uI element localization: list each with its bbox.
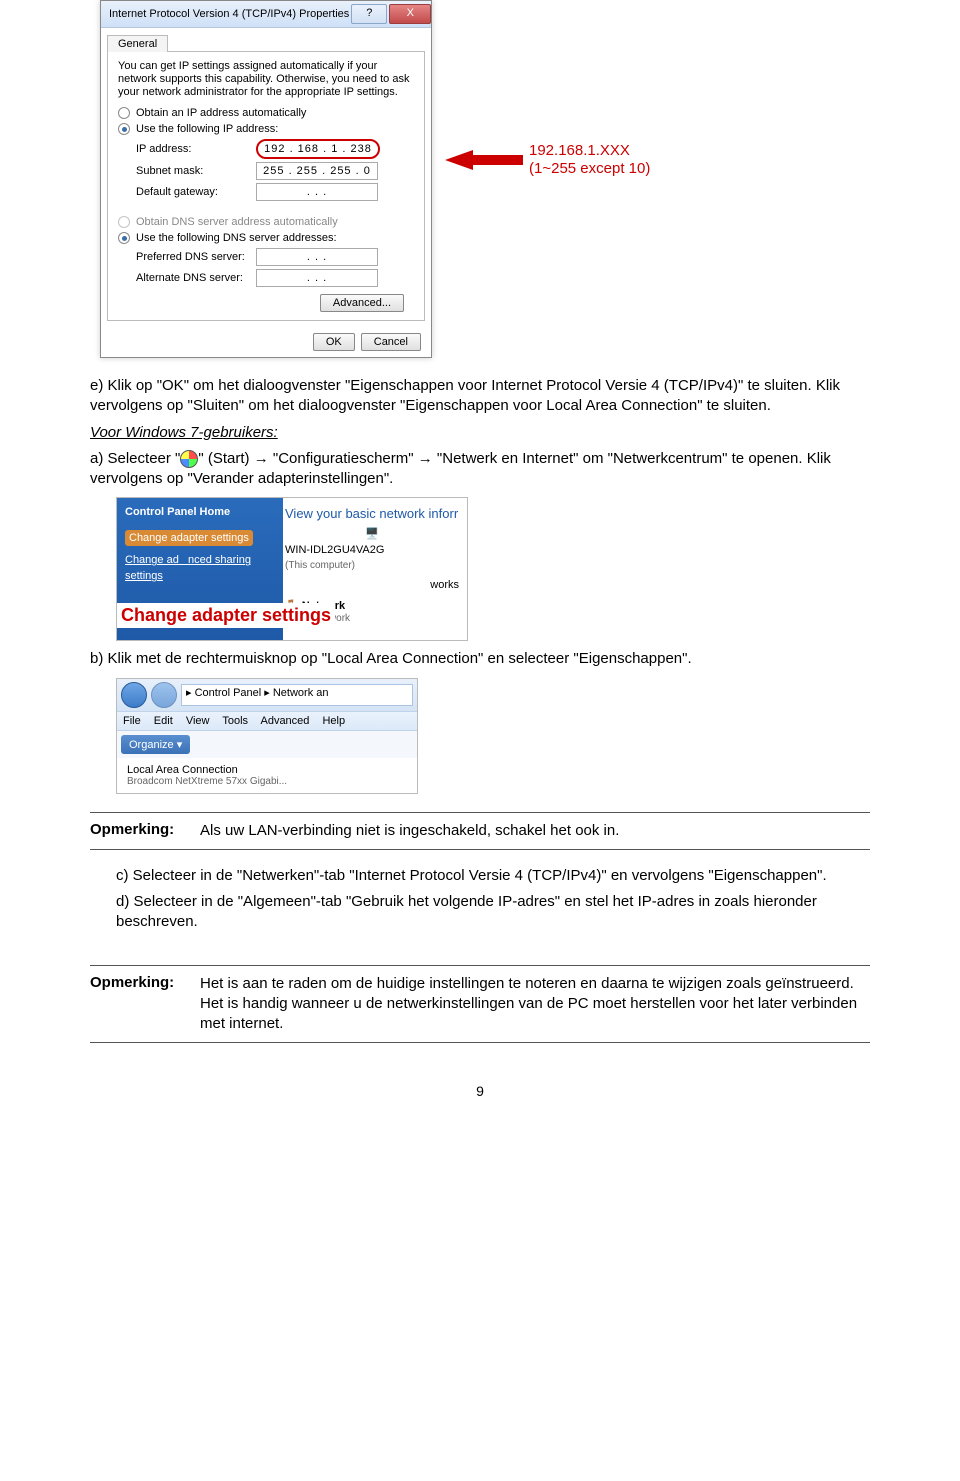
cp-home-label: Control Panel Home: [125, 506, 275, 518]
radio-use-ip[interactable]: [118, 123, 130, 135]
label-auto-ip: Obtain an IP address automatically: [136, 107, 306, 119]
divider: [90, 812, 870, 813]
back-button[interactable]: [121, 682, 147, 708]
start-icon: [180, 450, 198, 468]
step-a: a) Selecteer "" (Start) → "Configuraties…: [90, 449, 870, 490]
menu-view[interactable]: View: [186, 715, 210, 727]
annotation-line2: (1~255 except 10): [529, 160, 650, 178]
label-alternate-dns: Alternate DNS server:: [136, 272, 256, 284]
computer-name: WIN-IDL2GU4VA2G: [285, 544, 459, 556]
dialog-title: Internet Protocol Version 4 (TCP/IPv4) P…: [105, 8, 349, 20]
note-label-2: Opmerking:: [90, 974, 200, 1035]
label-auto-dns: Obtain DNS server address automatically: [136, 216, 338, 228]
label-subnet-mask: Subnet mask:: [136, 165, 256, 177]
step-d: d) Selecteer in de "Algemeen"-tab "Gebru…: [116, 892, 870, 933]
ip-annotation: 192.168.1.XXX (1~255 except 10): [445, 142, 650, 178]
network-connections-screenshot: ▸ Control Panel ▸ Network an File Edit V…: [116, 678, 418, 794]
default-gateway-field[interactable]: . . .: [256, 183, 378, 201]
lac-name: Local Area Connection: [127, 764, 407, 776]
settings-link[interactable]: settings: [125, 570, 275, 582]
change-adapter-link[interactable]: Change adapter settings: [125, 530, 253, 546]
advanced-button[interactable]: Advanced...: [320, 294, 404, 312]
menu-bar: File Edit View Tools Advanced Help: [117, 712, 417, 731]
menu-tools[interactable]: Tools: [222, 715, 248, 727]
note-text-2: Het is aan te raden om de huidige instel…: [200, 974, 870, 1035]
local-area-connection-item[interactable]: Local Area Connection Broadcom NetXtreme…: [117, 758, 417, 793]
radio-auto-dns[interactable]: [118, 216, 130, 228]
menu-advanced[interactable]: Advanced: [260, 715, 309, 727]
subnet-mask-field[interactable]: 255 . 255 . 255 . 0: [256, 162, 378, 180]
preferred-dns-field[interactable]: . . .: [256, 248, 378, 266]
win7-heading: Voor Windows 7-gebruikers:: [90, 424, 278, 441]
annotation-line1: 192.168.1.XXX: [529, 142, 650, 160]
lac-device: Broadcom NetXtreme 57xx Gigabi...: [127, 776, 407, 787]
step-e: e) Klik op "OK" om het dialoogvenster "E…: [90, 376, 870, 417]
menu-edit[interactable]: Edit: [154, 715, 173, 727]
alternate-dns-field[interactable]: . . .: [256, 269, 378, 287]
ip-address-field[interactable]: 192 . 168 . 1 . 238: [256, 139, 380, 159]
label-preferred-dns: Preferred DNS server:: [136, 251, 256, 263]
change-advanced-sharing-link[interactable]: Change ad nced sharing: [125, 554, 251, 566]
ok-button[interactable]: OK: [313, 333, 355, 351]
radio-use-dns[interactable]: [118, 232, 130, 244]
ipv4-dialog-screenshot: Internet Protocol Version 4 (TCP/IPv4) P…: [100, 0, 870, 358]
label-use-dns: Use the following DNS server addresses:: [136, 232, 337, 244]
note-label-1: Opmerking:: [90, 821, 200, 841]
step-c: c) Selecteer in de "Netwerken"-tab "Inte…: [116, 866, 870, 886]
divider: [90, 965, 870, 966]
divider: [90, 849, 870, 850]
label-default-gateway: Default gateway:: [136, 186, 256, 198]
forward-button[interactable]: [151, 682, 177, 708]
tab-general[interactable]: General: [107, 35, 168, 52]
cancel-button[interactable]: Cancel: [361, 333, 421, 351]
page-number: 9: [90, 1083, 870, 1099]
label-use-ip: Use the following IP address:: [136, 123, 278, 135]
change-adapter-overlay: Change adapter settings: [117, 603, 335, 628]
dialog-description: You can get IP settings assigned automat…: [118, 60, 414, 99]
control-panel-screenshot: Control Panel Home Change adapter settin…: [116, 497, 468, 641]
works-label: works: [285, 579, 459, 591]
organize-button[interactable]: Organize ▾: [121, 735, 190, 754]
breadcrumb[interactable]: ▸ Control Panel ▸ Network an: [181, 684, 413, 706]
close-button[interactable]: X: [389, 4, 431, 24]
dialog-titlebar: Internet Protocol Version 4 (TCP/IPv4) P…: [101, 1, 431, 28]
label-ip-address: IP address:: [136, 143, 256, 155]
radio-auto-ip[interactable]: [118, 107, 130, 119]
divider: [90, 1042, 870, 1043]
note-text-1: Als uw LAN-verbinding niet is ingeschake…: [200, 821, 870, 841]
menu-help[interactable]: Help: [322, 715, 345, 727]
menu-file[interactable]: File: [123, 715, 141, 727]
computer-sub: (This computer): [285, 560, 459, 571]
help-button[interactable]: ?: [351, 4, 387, 24]
cp-title: View your basic network inforr: [285, 506, 459, 521]
step-b: b) Klik met de rechtermuisknop op "Local…: [90, 649, 870, 669]
